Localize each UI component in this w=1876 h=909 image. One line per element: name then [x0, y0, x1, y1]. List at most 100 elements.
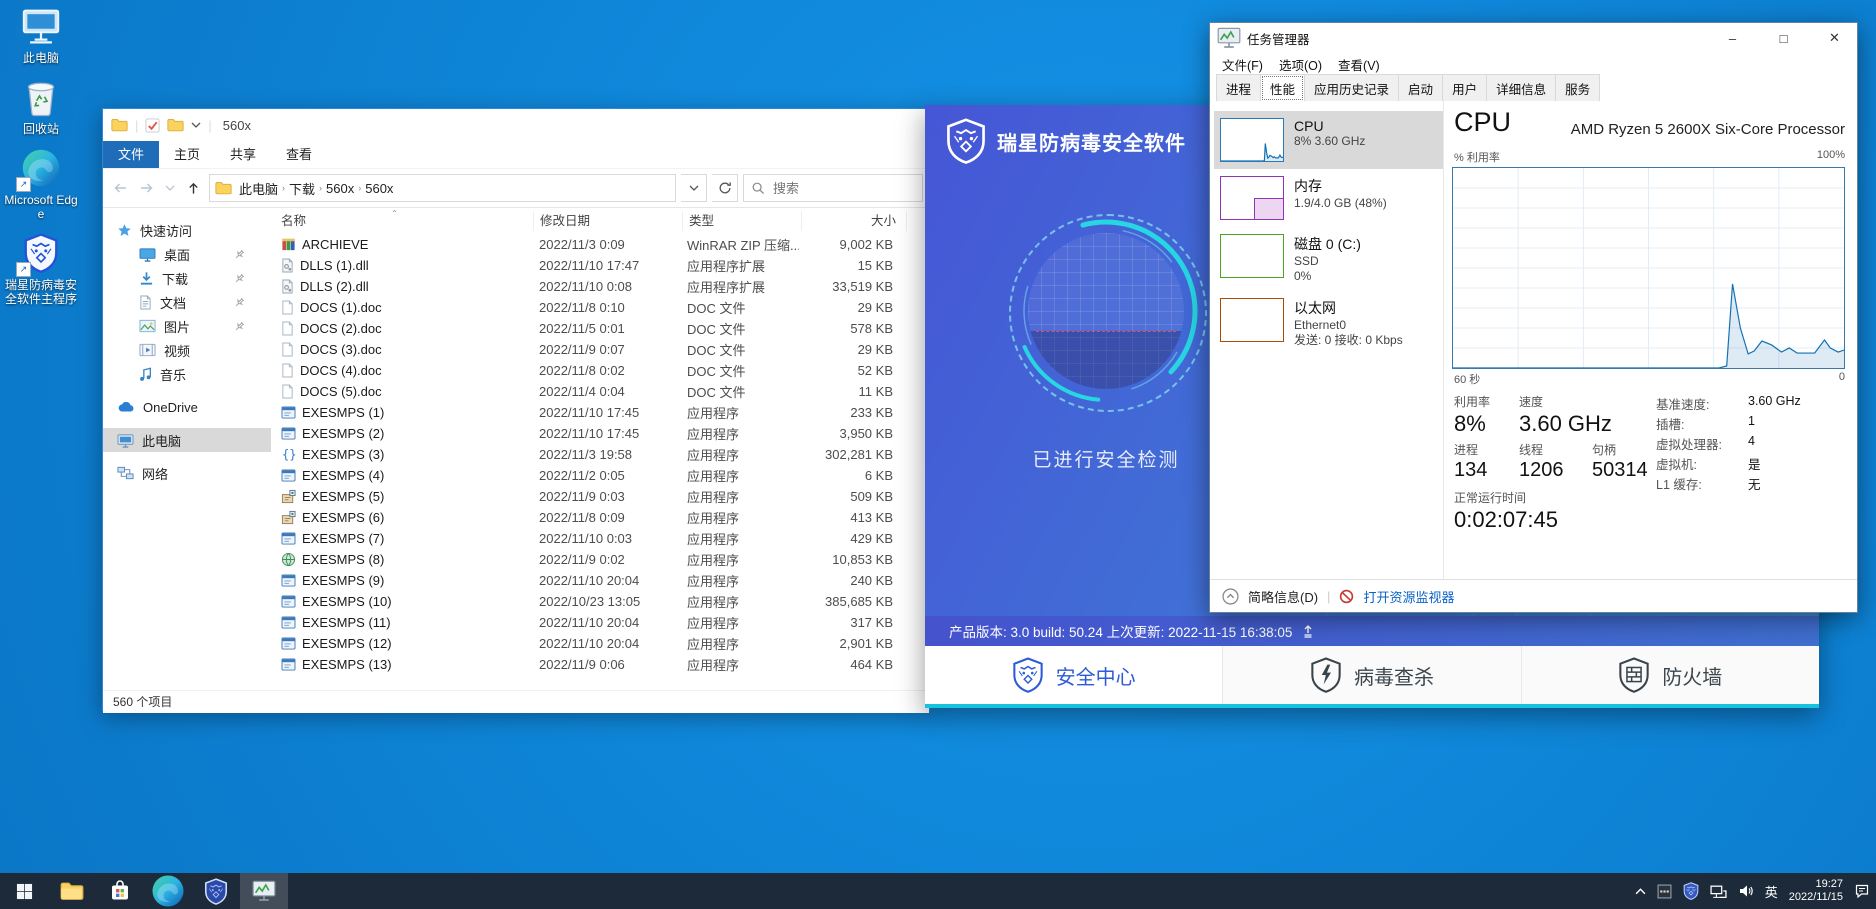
antivirus-nav-防火墙[interactable]: 防火墙: [1521, 646, 1819, 704]
action-center-icon[interactable]: [1854, 883, 1870, 899]
address-bar[interactable]: 此电脑›下载›560x›560x: [209, 174, 676, 202]
sidebar-item-文档[interactable]: 文档: [103, 290, 271, 314]
back-icon[interactable]: [109, 177, 131, 199]
file-row[interactable]: DOCS (1).doc2022/11/8 0:10DOC 文件29 KB: [275, 297, 929, 318]
sidebar-item-OneDrive[interactable]: OneDrive: [103, 395, 271, 419]
menu-文件(F)[interactable]: 文件(F): [1214, 53, 1271, 75]
sidebar-item-此电脑[interactable]: 此电脑: [103, 428, 271, 452]
desktop-icon-rising-antivirus[interactable]: 8">↗瑞星防病毒安全软件主程序: [2, 231, 80, 306]
sidebar-item-桌面[interactable]: 桌面: [103, 242, 271, 266]
file-row[interactable]: EXESMPS (6)2022/11/8 0:09应用程序413 KB: [275, 507, 929, 528]
perf-sidebar-磁盘 0 (C:)[interactable]: 磁盘 0 (C:)SSD0%: [1214, 227, 1443, 291]
column-header-大小[interactable]: 大小: [802, 211, 907, 231]
file-row[interactable]: EXESMPS (12)2022/11/10 20:04应用程序2,901 KB: [275, 633, 929, 654]
search-input[interactable]: [771, 180, 915, 197]
sidebar-item-音乐[interactable]: 音乐: [103, 362, 271, 386]
taskbar-button-start[interactable]: [0, 873, 48, 909]
up-icon[interactable]: [182, 177, 204, 199]
file-row[interactable]: EXESMPS (7)2022/11/10 0:03应用程序429 KB: [275, 528, 929, 549]
file-row[interactable]: EXESMPS (2)2022/11/10 17:45应用程序3,950 KB: [275, 423, 929, 444]
file-row[interactable]: DOCS (4).doc2022/11/8 0:02DOC 文件52 KB: [275, 360, 929, 381]
folder-icon[interactable]: [111, 118, 128, 132]
ribbon-tab-主页[interactable]: 主页: [159, 141, 215, 168]
sidebar-item-图片[interactable]: 图片: [103, 314, 271, 338]
tab-详细信息[interactable]: 详细信息: [1486, 74, 1556, 101]
breadcrumb-item[interactable]: 560x: [322, 181, 358, 196]
desktop-icon-edge[interactable]: ↗Microsoft Edge: [2, 146, 80, 221]
tab-应用历史记录[interactable]: 应用历史记录: [1304, 74, 1399, 101]
file-row[interactable]: DLLS (2).dll2022/11/10 0:08应用程序扩展33,519 …: [275, 276, 929, 297]
file-row[interactable]: ARCHIEVE2022/11/3 0:09WinRAR ZIP 压缩...9,…: [275, 234, 929, 255]
tab-用户[interactable]: 用户: [1442, 74, 1487, 101]
tab-服务[interactable]: 服务: [1555, 74, 1600, 101]
file-row[interactable]: EXESMPS (1)2022/11/10 17:45应用程序233 KB: [275, 402, 929, 423]
file-row[interactable]: DOCS (3).doc2022/11/9 0:07DOC 文件29 KB: [275, 339, 929, 360]
cpu-usage-chart[interactable]: [1452, 167, 1845, 369]
ribbon-tab-查看[interactable]: 查看: [271, 141, 327, 168]
sidebar-item-视频[interactable]: 视频: [103, 338, 271, 362]
desktop-icon-this-pc[interactable]: 此电脑: [2, 4, 80, 65]
ribbon-tab-共享[interactable]: 共享: [215, 141, 271, 168]
address-dropdown-icon[interactable]: [681, 174, 707, 202]
file-row[interactable]: EXESMPS (5)2022/11/9 0:03应用程序509 KB: [275, 486, 929, 507]
file-row[interactable]: DOCS (5).doc2022/11/4 0:04DOC 文件11 KB: [275, 381, 929, 402]
taskbar-clock[interactable]: 19:27 2022/11/15: [1789, 878, 1843, 904]
taskbar-button-file-explorer[interactable]: [48, 873, 96, 909]
folder-icon[interactable]: [167, 118, 184, 132]
tab-性能[interactable]: 性能: [1260, 74, 1305, 102]
column-header-修改日期[interactable]: 修改日期: [534, 211, 683, 231]
chevron-down-icon[interactable]: [163, 177, 177, 199]
perf-sidebar-内存[interactable]: 内存1.9/4.0 GB (48%): [1214, 169, 1443, 227]
column-header-名称[interactable]: 名称⌃: [275, 211, 534, 231]
file-row[interactable]: EXESMPS (8)2022/11/9 0:02应用程序10,853 KB: [275, 549, 929, 570]
sidebar-item-快速访问[interactable]: 快速访问: [103, 218, 271, 242]
close-button[interactable]: ✕: [1812, 23, 1857, 53]
chevron-down-icon[interactable]: [191, 122, 201, 128]
file-row[interactable]: DLLS (1).dll2022/11/10 17:47应用程序扩展15 KB: [275, 255, 929, 276]
antivirus-nav-安全中心[interactable]: 安全中心: [925, 646, 1222, 704]
collapse-label[interactable]: 简略信息(D): [1248, 587, 1318, 606]
taskbar-button-edge[interactable]: [144, 873, 192, 909]
menu-选项(O)[interactable]: 选项(O): [1271, 53, 1330, 75]
file-row[interactable]: EXESMPS (9)2022/11/10 20:04应用程序240 KB: [275, 570, 929, 591]
desktop-icon-recycle-bin[interactable]: 回收站: [2, 75, 80, 136]
file-row[interactable]: EXESMPS (11)2022/11/10 20:04应用程序317 KB: [275, 612, 929, 633]
maximize-button[interactable]: □: [1761, 23, 1806, 53]
tray-chevron-icon[interactable]: [1635, 888, 1646, 895]
collapse-circle-icon[interactable]: [1222, 588, 1239, 605]
checkbox-icon[interactable]: [145, 118, 160, 133]
file-row[interactable]: DOCS (2).doc2022/11/5 0:01DOC 文件578 KB: [275, 318, 929, 339]
ribbon-tab-文件[interactable]: 文件: [103, 141, 159, 168]
perf-sidebar-以太网[interactable]: 以太网Ethernet0发送: 0 接收: 0 Kbps: [1214, 291, 1443, 355]
taskbar-button-microsoft-store[interactable]: [96, 873, 144, 909]
ime-indicator[interactable]: 英: [1765, 882, 1778, 901]
tab-启动[interactable]: 启动: [1398, 74, 1443, 101]
file-size: 233 KB: [799, 405, 903, 420]
sidebar-item-下载[interactable]: 下载: [103, 266, 271, 290]
update-upload-icon[interactable]: [1302, 624, 1314, 638]
rising-tray-icon[interactable]: 8">: [1683, 882, 1699, 900]
refresh-icon[interactable]: [712, 174, 738, 202]
network-tray-icon[interactable]: [1710, 884, 1727, 899]
taskbar-button-rising-antivirus[interactable]: 8">: [192, 873, 240, 909]
file-row[interactable]: EXESMPS (10)2022/10/23 13:05应用程序385,685 …: [275, 591, 929, 612]
taskbar-button-task-manager[interactable]: [240, 873, 288, 909]
file-row[interactable]: EXESMPS (13)2022/11/9 0:06应用程序464 KB: [275, 654, 929, 675]
breadcrumb-item[interactable]: 下载: [285, 179, 319, 198]
tab-进程[interactable]: 进程: [1216, 74, 1261, 101]
breadcrumb-item[interactable]: 560x: [361, 181, 397, 196]
open-resource-monitor-link[interactable]: 打开资源监视器: [1363, 587, 1454, 606]
file-row[interactable]: EXESMPS (4)2022/11/2 0:05应用程序6 KB: [275, 465, 929, 486]
antivirus-nav-病毒查杀[interactable]: 病毒查杀: [1222, 646, 1520, 704]
volume-tray-icon[interactable]: [1738, 884, 1754, 898]
perf-sidebar-CPU[interactable]: CPU8% 3.60 GHz: [1214, 111, 1443, 169]
breadcrumb-item[interactable]: 此电脑: [235, 179, 282, 198]
vm-tray-icon[interactable]: [1657, 884, 1672, 899]
menu-查看(V)[interactable]: 查看(V): [1330, 53, 1388, 75]
minimize-button[interactable]: –: [1710, 23, 1755, 53]
forward-icon[interactable]: [136, 177, 158, 199]
file-row[interactable]: {}EXESMPS (3)2022/11/3 19:58应用程序302,281 …: [275, 444, 929, 465]
search-box[interactable]: [743, 174, 923, 202]
sidebar-item-网络[interactable]: 网络: [103, 461, 271, 485]
column-header-类型[interactable]: 类型: [683, 211, 802, 231]
